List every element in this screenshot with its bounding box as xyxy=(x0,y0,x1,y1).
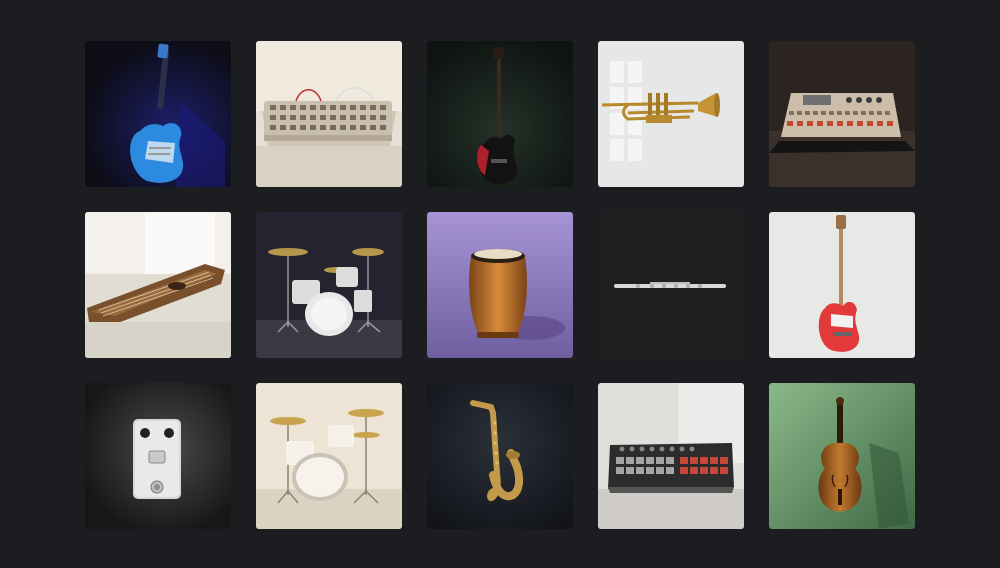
tile-zither[interactable] xyxy=(85,212,231,358)
tile-synthesizer-workstation[interactable] xyxy=(769,41,915,187)
tile-drum-kit-light[interactable] xyxy=(256,383,402,529)
tile-flute[interactable] xyxy=(598,212,744,358)
tile-trumpet[interactable] xyxy=(598,41,744,187)
tile-violin[interactable] xyxy=(769,383,915,529)
instrument-gallery xyxy=(85,41,915,529)
tile-effects-pedal[interactable] xyxy=(85,383,231,529)
tile-bass-guitar-red[interactable] xyxy=(427,41,573,187)
tile-drum-pad-controller[interactable] xyxy=(598,383,744,529)
tile-saxophone[interactable] xyxy=(427,383,573,529)
tile-drum-machine-beige[interactable] xyxy=(256,41,402,187)
tile-conga-drum[interactable] xyxy=(427,212,573,358)
tile-electric-guitar-blue[interactable] xyxy=(85,41,231,187)
tile-bass-guitar-red-on-white[interactable] xyxy=(769,212,915,358)
tile-drum-kit-dark[interactable] xyxy=(256,212,402,358)
